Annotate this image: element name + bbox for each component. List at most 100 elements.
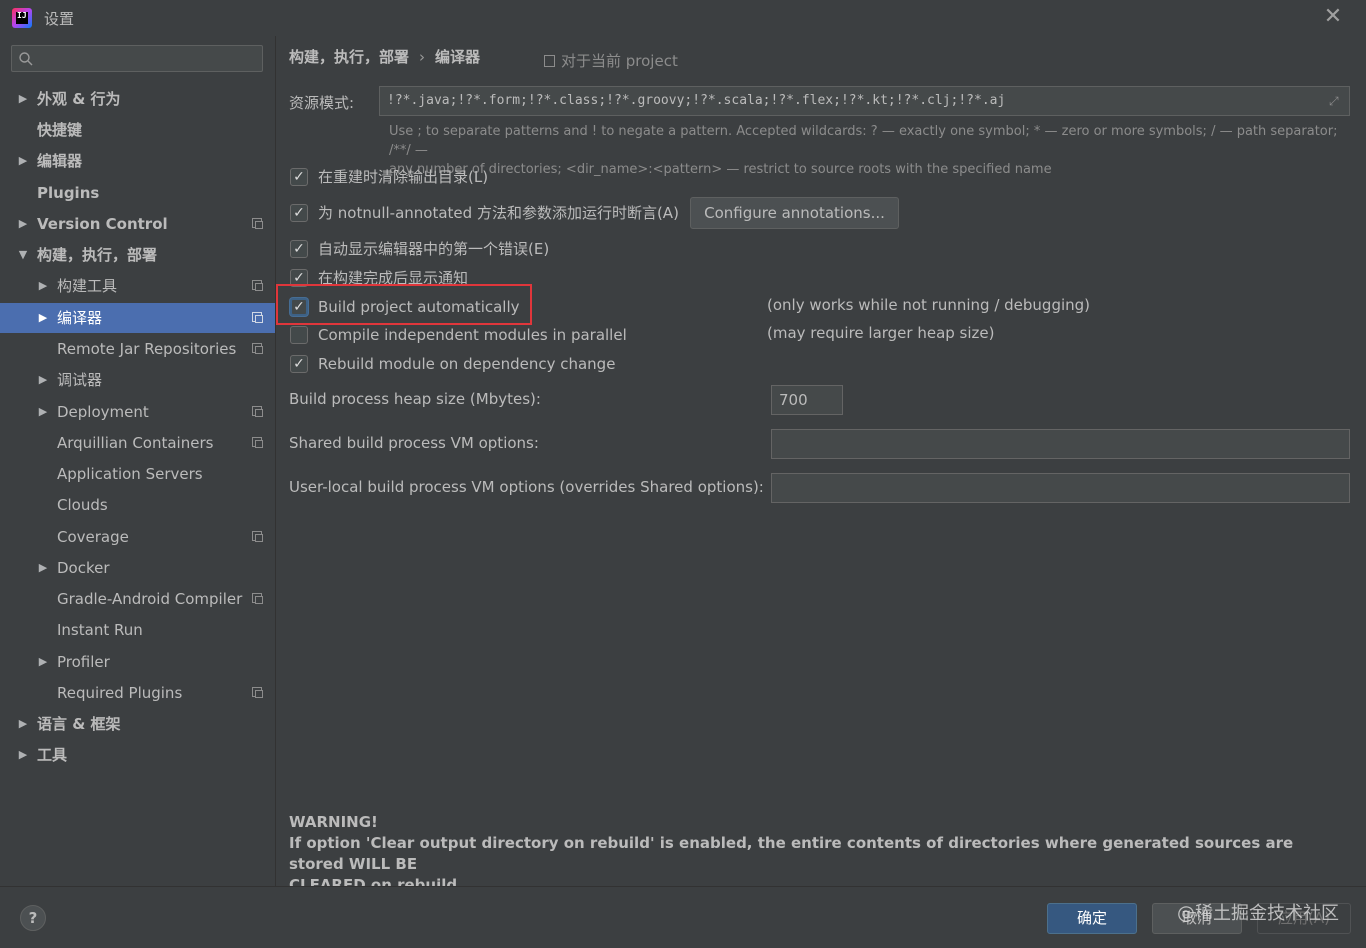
sidebar-item-label: Remote Jar Repositories xyxy=(57,340,237,358)
expand-arrow-icon[interactable]: ▶ xyxy=(36,647,50,677)
checkbox-checked-icon[interactable]: ✓ xyxy=(290,168,308,186)
warning-title: WARNING! xyxy=(289,813,378,831)
checkbox-checked-icon[interactable]: ✓ xyxy=(290,355,308,373)
checkbox-label: 在重建时清除输出目录(L) xyxy=(318,168,489,186)
sidebar-item-clouds[interactable]: Clouds xyxy=(0,490,275,520)
collapse-arrow-icon[interactable]: ▼ xyxy=(16,240,30,270)
sidebar-item-required-plugins[interactable]: Required Plugins xyxy=(0,678,275,708)
sidebar-item-label: 语言 & 框架 xyxy=(37,715,121,733)
project-scope-label: 对于当前 project xyxy=(544,50,678,71)
checkbox-label: 为 notnull-annotated 方法和参数添加运行时断言(A) xyxy=(318,204,679,222)
sidebar-item-label: Arquillian Containers xyxy=(57,434,214,452)
title-bar: IJ 设置 ✕ xyxy=(0,0,1366,36)
sidebar-item-label: Profiler xyxy=(57,653,110,671)
sidebar-item-label: Required Plugins xyxy=(57,684,183,702)
parallel-note: (may require larger heap size) xyxy=(767,324,995,342)
sidebar-item-label: 外观 & 行为 xyxy=(37,90,121,108)
sidebar-item-instant-run[interactable]: Instant Run xyxy=(0,615,275,645)
sidebar-item-label: Plugins xyxy=(37,184,100,202)
sidebar-item-build-tools[interactable]: ▶ 构建工具 xyxy=(0,271,275,301)
sidebar-item-label: 快捷键 xyxy=(37,121,83,139)
sidebar-item-version-control[interactable]: ▶ Version Control xyxy=(0,209,275,239)
sidebar-item-application-servers[interactable]: Application Servers xyxy=(0,459,275,489)
close-icon[interactable]: ✕ xyxy=(1322,6,1344,28)
configure-annotations-button[interactable]: Configure annotations... xyxy=(690,197,899,229)
ok-button[interactable]: 确定 xyxy=(1047,903,1137,934)
project-scope-icon xyxy=(252,280,263,291)
checkbox-checked-icon[interactable]: ✓ xyxy=(290,240,308,258)
sidebar-item-languages-frameworks[interactable]: ▶ 语言 & 框架 xyxy=(0,709,275,739)
sidebar-item-build-execution-deployment[interactable]: ▼ 构建，执行，部署 xyxy=(0,240,275,270)
sidebar-item-gradle-android-compiler[interactable]: Gradle-Android Compiler xyxy=(0,584,275,614)
expand-arrow-icon[interactable]: ▶ xyxy=(36,365,50,395)
sidebar-item-plugins[interactable]: Plugins xyxy=(0,178,275,208)
shared-vm-options-input[interactable] xyxy=(771,429,1350,459)
sidebar-item-keymap[interactable]: 快捷键 xyxy=(0,115,275,145)
project-scope-icon xyxy=(252,406,263,417)
expand-arrow-icon[interactable]: ▶ xyxy=(16,146,30,176)
sidebar-item-label: 工具 xyxy=(37,746,68,764)
sidebar-item-coverage[interactable]: Coverage xyxy=(0,522,275,552)
sidebar-item-profiler[interactable]: ▶ Profiler xyxy=(0,647,275,677)
resource-patterns-label: 资源模式: xyxy=(289,94,355,112)
sidebar-item-label: 调试器 xyxy=(57,371,103,389)
project-scope-icon xyxy=(252,437,263,448)
shared-vm-options-label: Shared build process VM options: xyxy=(289,434,539,452)
checkbox-checked-icon[interactable]: ✓ xyxy=(290,298,308,316)
window-title: 设置 xyxy=(44,10,75,28)
checkbox-unchecked-icon[interactable] xyxy=(290,326,308,344)
expand-arrow-icon[interactable]: ▶ xyxy=(36,303,50,333)
expand-arrow-icon[interactable]: ▶ xyxy=(36,271,50,301)
resource-patterns-input[interactable]: !?*.java;!?*.form;!?*.class;!?*.groovy;!… xyxy=(379,86,1350,116)
sidebar-item-arquillian-containers[interactable]: Arquillian Containers xyxy=(0,428,275,458)
checkbox-checked-icon[interactable]: ✓ xyxy=(290,204,308,222)
checkbox-checked-icon[interactable]: ✓ xyxy=(290,269,308,287)
sidebar-item-label: Instant Run xyxy=(57,621,143,639)
sidebar-item-label: 编译器 xyxy=(57,309,103,327)
resource-patterns-hint: Use ; to separate patterns and ! to nega… xyxy=(389,122,1339,179)
watermark: @稀土掘金技术社区 xyxy=(1177,903,1339,924)
project-scope-icon xyxy=(252,343,263,354)
sidebar-item-label: Deployment xyxy=(57,403,149,421)
project-scope-icon xyxy=(252,593,263,604)
sidebar-item-editor[interactable]: ▶ 编辑器 xyxy=(0,146,275,176)
sidebar-item-compiler[interactable]: ▶ 编译器 xyxy=(0,303,275,333)
breadcrumb-separator: › xyxy=(419,48,426,66)
project-scope-icon xyxy=(252,687,263,698)
sidebar-item-remote-jar-repositories[interactable]: Remote Jar Repositories xyxy=(0,334,275,364)
heap-size-label: Build process heap size (Mbytes): xyxy=(289,390,541,408)
checkbox-label: Rebuild module on dependency change xyxy=(318,355,616,373)
sidebar-item-label: Coverage xyxy=(57,528,129,546)
heap-size-input[interactable]: 700 xyxy=(771,385,843,415)
sidebar-item-debugger[interactable]: ▶ 调试器 xyxy=(0,365,275,395)
hint-line: any number of directories; <dir_name>:<p… xyxy=(389,162,1052,177)
user-local-vm-options-input[interactable] xyxy=(771,473,1350,503)
compiler-settings-panel: 构建，执行，部署 › 编译器 对于当前 project 资源模式: !?*.java… xyxy=(276,36,1366,894)
help-button[interactable]: ? xyxy=(20,905,46,931)
dialog-footer: ? 确定 取消 应用(A) @稀土掘金技术社区 xyxy=(0,886,1366,948)
sidebar-item-label: Clouds xyxy=(57,496,108,514)
breadcrumb-item[interactable]: 构建，执行，部署 xyxy=(289,48,409,66)
expand-arrow-icon[interactable]: ▶ xyxy=(16,84,30,114)
expand-field-icon[interactable]: ⤢ xyxy=(1329,94,1343,108)
checkbox-label: Build project automatically xyxy=(318,298,520,316)
project-scope-icon xyxy=(252,531,263,542)
sidebar-item-deployment[interactable]: ▶ Deployment xyxy=(0,397,275,427)
expand-arrow-icon[interactable]: ▶ xyxy=(16,709,30,739)
expand-arrow-icon[interactable]: ▶ xyxy=(16,740,30,770)
settings-tree-sidebar: ▶ 外观 & 行为 快捷键 ▶ 编辑器 Plugins ▶ Version Co… xyxy=(0,36,276,886)
expand-arrow-icon[interactable]: ▶ xyxy=(16,209,30,239)
expand-arrow-icon[interactable]: ▶ xyxy=(36,397,50,427)
sidebar-item-docker[interactable]: ▶ Docker xyxy=(0,553,275,583)
checkbox-label: Compile independent modules in parallel xyxy=(318,326,627,344)
hint-line: Use ; to separate patterns and ! to nega… xyxy=(389,124,1338,158)
warning-text: If option 'Clear output directory on reb… xyxy=(289,834,1294,873)
project-scope-icon xyxy=(252,312,263,323)
sidebar-item-appearance[interactable]: ▶ 外观 & 行为 xyxy=(0,84,275,114)
resource-patterns-value: !?*.java;!?*.form;!?*.class;!?*.groovy;!… xyxy=(387,93,1006,108)
sidebar-item-tools[interactable]: ▶ 工具 xyxy=(0,740,275,770)
search-input[interactable] xyxy=(11,45,263,72)
expand-arrow-icon[interactable]: ▶ xyxy=(36,553,50,583)
sidebar-item-label: 构建工具 xyxy=(57,277,118,295)
sidebar-item-label: Application Servers xyxy=(57,465,203,483)
